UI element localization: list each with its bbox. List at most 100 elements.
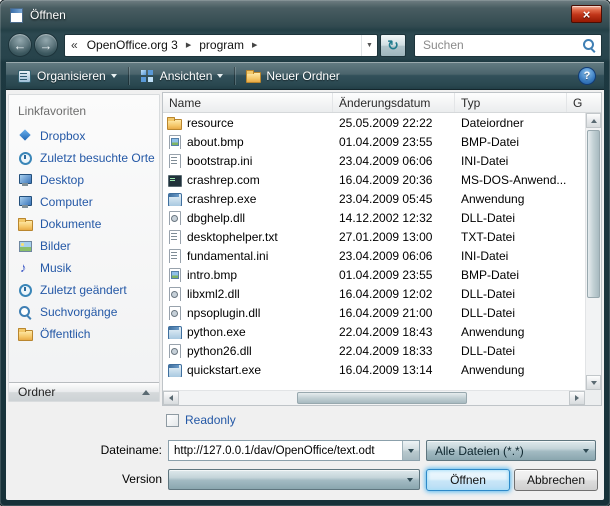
triangle-down-icon [591,381,597,385]
version-combobox[interactable] [168,469,420,490]
toolbar-separator [128,67,129,85]
back-button[interactable]: ← [8,33,32,57]
file-name: fundamental.ini [187,249,268,263]
folders-expander[interactable]: Ordner [9,382,159,401]
file-row[interactable]: npsoplugin.dll 16.04.2009 21:00 DLL-Date… [163,303,585,322]
breadcrumb-item-openoffice[interactable]: OpenOffice.org 3 [81,38,184,52]
close-icon: × [583,8,591,21]
vertical-scroll-track[interactable] [586,128,601,375]
file-row[interactable]: quickstart.exe 16.04.2009 13:14 Anwendun… [163,360,585,379]
readonly-checkbox[interactable] [166,414,179,427]
file-row[interactable]: fundamental.ini 23.04.2009 06:06 INI-Dat… [163,246,585,265]
file-modified-date: 16.04.2009 13:14 [333,363,455,377]
filetype-combobox[interactable]: Alle Dateien (*.*) [426,440,596,461]
breadcrumb-dropdown-button[interactable]: ▼ [361,35,377,56]
file-row[interactable]: intro.bmp 01.04.2009 23:55 BMP-Datei [163,265,585,284]
breadcrumb-item-program[interactable]: program [193,38,250,52]
scroll-left-button[interactable] [163,391,179,405]
breadcrumb-separator-icon[interactable]: ▶ [250,41,259,49]
sidebar-item[interactable]: Desktop [9,169,159,191]
breadcrumb-overflow-chevron[interactable]: « [65,38,81,52]
column-headers: Name Änderungsdatum Typ G [163,93,601,113]
filetype-value: Alle Dateien (*.*) [435,444,583,458]
help-button[interactable]: ? [578,67,596,85]
scroll-right-button[interactable] [569,391,585,405]
sidebar-item[interactable]: Musik [9,257,159,279]
sidebar-item[interactable]: Öffentlich [9,323,159,345]
sidebar-item[interactable]: Computer [9,191,159,213]
file-row[interactable]: dbghelp.dll 14.12.2002 12:32 DLL-Datei [163,208,585,227]
horizontal-scroll-thumb[interactable] [297,392,467,404]
file-name: npsoplugin.dll [187,306,260,320]
exe-icon [167,325,182,339]
column-header-size[interactable]: G [567,93,601,112]
favorites-sidebar: Linkfavoriten Dropbox Zuletzt besuchte O… [8,94,160,402]
horizontal-scrollbar[interactable] [163,390,585,405]
file-row[interactable]: python26.dll 22.04.2009 18:33 DLL-Datei [163,341,585,360]
file-list: resource 25.05.2009 22:22 Dateiordner ab… [163,113,585,390]
readonly-label[interactable]: Readonly [185,413,236,427]
column-header-name[interactable]: Name [163,93,333,112]
file-name: about.bmp [187,135,244,149]
file-type: TXT-Datei [455,230,567,244]
file-name: crashrep.com [187,173,260,187]
views-button[interactable]: Ansichten [133,66,231,86]
file-type: BMP-Datei [455,135,567,149]
file-row[interactable]: desktophelper.txt 27.01.2009 13:00 TXT-D… [163,227,585,246]
sidebar-item[interactable]: Suchvorgänge [9,301,159,323]
forward-arrow-icon: → [40,39,53,52]
history-icon [18,151,33,165]
organize-button[interactable]: Organisieren [10,66,124,86]
file-name: python.exe [187,325,246,339]
file-row[interactable]: crashrep.exe 23.04.2009 05:45 Anwendung [163,189,585,208]
sidebar-item[interactable]: Dokumente [9,213,159,235]
dll-icon [167,306,182,320]
column-header-type[interactable]: Typ [455,93,567,112]
scroll-up-button[interactable] [586,113,601,128]
dll-icon [167,344,182,358]
close-button[interactable]: × [571,5,602,23]
bmp-icon [167,268,182,282]
breadcrumb: « OpenOffice.org 3 ▶ program ▶ ▼ [64,34,378,57]
file-row[interactable]: python.exe 22.04.2009 18:43 Anwendung [163,322,585,341]
forward-button[interactable]: → [34,33,58,57]
dll-icon [167,287,182,301]
folders-label: Ordner [18,385,55,399]
chevron-down-icon [408,449,414,453]
file-modified-date: 16.04.2009 12:02 [333,287,455,301]
search-input[interactable] [421,37,582,53]
file-row[interactable]: resource 25.05.2009 22:22 Dateiordner [163,113,585,132]
new-folder-button[interactable]: Neuer Ordner [239,66,351,86]
titlebar: Öffnen × [0,0,610,30]
file-name: dbghelp.dll [187,211,245,225]
recent-icon [18,283,33,297]
file-row[interactable]: bootstrap.ini 23.04.2009 06:06 INI-Datei [163,151,585,170]
sidebar-item[interactable]: Zuletzt besuchte Orte [9,147,159,169]
file-name: python26.dll [187,344,252,358]
scroll-down-button[interactable] [586,375,601,390]
file-type: Dateiordner [455,116,567,130]
refresh-button[interactable]: ↻ [380,34,406,57]
chevron-up-icon [142,390,150,395]
column-header-modified[interactable]: Änderungsdatum [333,93,455,112]
dll-icon [167,211,182,225]
favorites-header: Linkfavoriten [9,95,159,125]
file-row[interactable]: about.bmp 01.04.2009 23:55 BMP-Datei [163,132,585,151]
filename-dropdown-button[interactable] [402,441,419,460]
sidebar-item[interactable]: Dropbox [9,125,159,147]
file-name: desktophelper.txt [187,230,278,244]
dialog-icon [8,7,24,23]
vertical-scroll-thumb[interactable] [587,130,600,298]
navigation-bar: ← → « OpenOffice.org 3 ▶ program ▶ ▼ ↻ [8,31,602,59]
open-button[interactable]: Öffnen [426,469,510,491]
vertical-scrollbar[interactable] [585,113,601,390]
chevron-down-icon [407,478,413,482]
sidebar-item[interactable]: Bilder [9,235,159,257]
file-row[interactable]: crashrep.com 16.04.2009 20:36 MS-DOS-Anw… [163,170,585,189]
horizontal-scroll-track[interactable] [179,391,569,405]
breadcrumb-separator-icon[interactable]: ▶ [184,41,193,49]
sidebar-item[interactable]: Zuletzt geändert [9,279,159,301]
cancel-button[interactable]: Abbrechen [514,469,598,491]
filename-input[interactable] [169,441,402,460]
file-row[interactable]: libxml2.dll 16.04.2009 12:02 DLL-Datei [163,284,585,303]
